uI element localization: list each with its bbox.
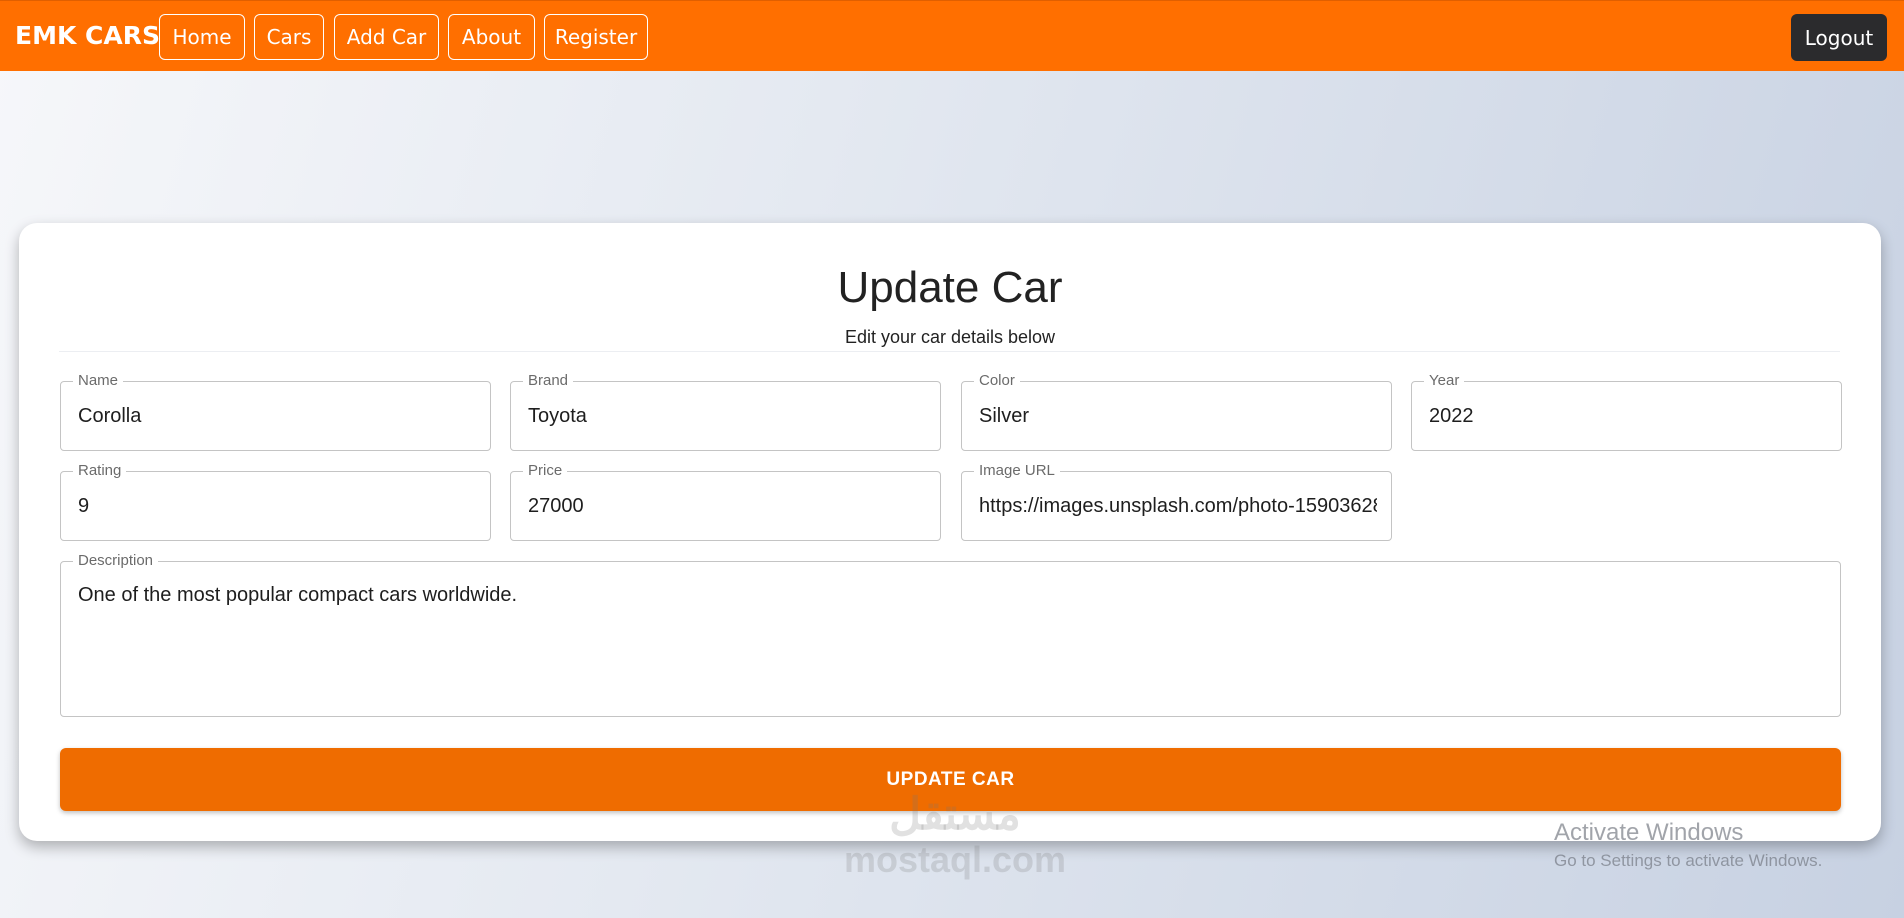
year-field[interactable]: Year 2022 [1411,372,1842,451]
price-field[interactable]: Price 27000 [510,462,941,541]
name-field[interactable]: Name Corolla [60,372,491,451]
name-input[interactable]: Corolla [78,382,476,450]
activate-windows-subtitle: Go to Settings to activate Windows. [1554,851,1823,870]
nav-add-car-button[interactable]: Add Car [334,14,439,60]
color-field[interactable]: Color Silver [961,372,1392,451]
price-input[interactable]: 27000 [528,472,926,540]
divider [59,351,1840,352]
activate-windows-title: Activate Windows [1554,819,1744,846]
description-label: Description [73,552,159,570]
color-input[interactable]: Silver [979,382,1377,450]
description-textarea[interactable]: One of the most popular compact cars wor… [78,584,1826,607]
watermark-arabic: مستقل [889,790,1021,839]
watermark: مستقل mostaql.com [835,790,1075,880]
rating-input[interactable]: 9 [78,472,476,540]
activate-windows-notice: Activate Windows Go to Settings to activ… [1554,819,1822,871]
nav-register-button[interactable]: Register [544,14,648,60]
watermark-latin: mostaql.com [843,839,1067,880]
page-title: Update Car [837,263,1063,312]
nav-home-button[interactable]: Home [159,14,245,60]
image-url-field[interactable]: Image URL https://images.unsplash.com/ph… [961,462,1392,541]
description-field[interactable]: Description One of the most popular comp… [60,552,1841,717]
page-subtitle: Edit your car details below [844,327,1056,347]
logout-button[interactable]: Logout [1791,14,1887,61]
image-url-input[interactable]: https://images.unsplash.com/photo-159036… [979,472,1377,540]
update-car-card: Update Car Edit your car details below N… [19,223,1881,841]
brand-logo[interactable]: EMK CARS [15,21,160,50]
brand-input[interactable]: Toyota [528,382,926,450]
rating-field[interactable]: Rating 9 [60,462,491,541]
top-navbar: EMK CARS Home Cars Add Car About Registe… [0,0,1904,71]
nav-cars-button[interactable]: Cars [254,14,324,60]
brand-field[interactable]: Brand Toyota [510,372,941,451]
year-input[interactable]: 2022 [1429,382,1827,450]
nav-about-button[interactable]: About [448,14,535,60]
